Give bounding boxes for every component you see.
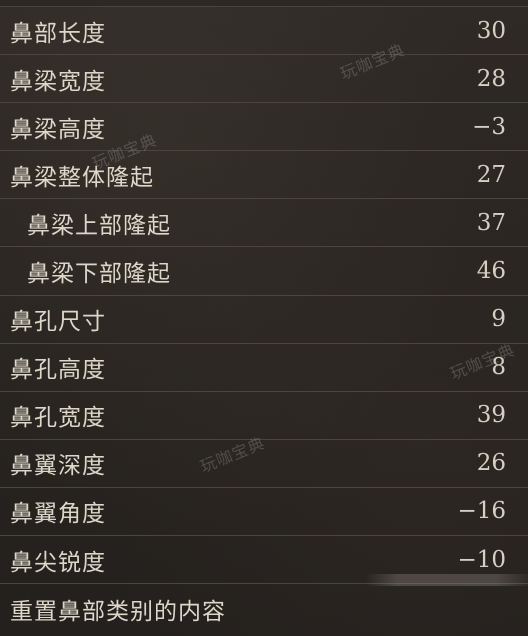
setting-value: −16	[457, 498, 506, 525]
setting-row-nostril-size[interactable]: 鼻孔尺寸 9	[0, 296, 528, 344]
settings-panel: 鼻部长度 30 鼻梁宽度 28 鼻梁高度 −3 鼻梁整体隆起 27 鼻梁上部隆起…	[0, 0, 528, 636]
setting-row-ala-depth[interactable]: 鼻翼深度 26	[0, 440, 528, 488]
setting-label: 鼻翼深度	[10, 453, 106, 480]
blurred-overlay	[365, 574, 528, 586]
setting-row-nostril-width[interactable]: 鼻孔宽度 39	[0, 392, 528, 440]
setting-value: 46	[476, 258, 506, 285]
setting-row-bridge-overall-bulge[interactable]: 鼻梁整体隆起 27	[0, 151, 528, 200]
setting-row-bridge-height[interactable]: 鼻梁高度 −3	[0, 103, 528, 152]
reset-label: 重置鼻部类别的内容	[10, 599, 226, 626]
setting-value: 8	[491, 354, 506, 381]
setting-label: 鼻梁宽度	[10, 68, 106, 95]
setting-label: 鼻孔高度	[10, 357, 106, 384]
setting-label: 鼻梁高度	[10, 116, 106, 143]
setting-value: 9	[491, 306, 506, 333]
setting-value: 27	[476, 161, 506, 188]
setting-label: 鼻孔宽度	[10, 405, 106, 432]
setting-value: −3	[472, 113, 506, 140]
setting-label: 鼻部长度	[10, 20, 106, 47]
setting-value: 37	[476, 209, 506, 236]
setting-label: 鼻梁整体隆起	[10, 164, 154, 191]
setting-row-bridge-upper-bulge[interactable]: 鼻梁上部隆起 37	[0, 199, 528, 248]
setting-value: 30	[476, 17, 506, 44]
setting-row-nose-length[interactable]: 鼻部长度 30	[0, 7, 528, 56]
setting-label: 鼻梁上部隆起	[27, 212, 171, 239]
setting-label: 鼻尖锐度	[10, 549, 106, 576]
reset-nose-category-button[interactable]: 重置鼻部类别的内容	[0, 584, 528, 634]
setting-row-bridge-width[interactable]: 鼻梁宽度 28	[0, 55, 528, 104]
panel-top-edge	[0, 0, 528, 7]
setting-value: 26	[476, 450, 506, 477]
setting-label: 鼻梁下部隆起	[27, 261, 171, 288]
setting-label: 鼻孔尺寸	[10, 309, 106, 336]
setting-row-ala-angle[interactable]: 鼻翼角度 −16	[0, 488, 528, 537]
setting-value: 39	[476, 402, 506, 429]
setting-value: −10	[457, 546, 506, 573]
setting-value: 28	[476, 65, 506, 92]
setting-row-nostril-height[interactable]: 鼻孔高度 8	[0, 344, 528, 392]
setting-row-bridge-lower-bulge[interactable]: 鼻梁下部隆起 46	[0, 247, 528, 296]
setting-label: 鼻翼角度	[10, 501, 106, 528]
nose-settings-list: 鼻部长度 30 鼻梁宽度 28 鼻梁高度 −3 鼻梁整体隆起 27 鼻梁上部隆起…	[0, 7, 528, 634]
